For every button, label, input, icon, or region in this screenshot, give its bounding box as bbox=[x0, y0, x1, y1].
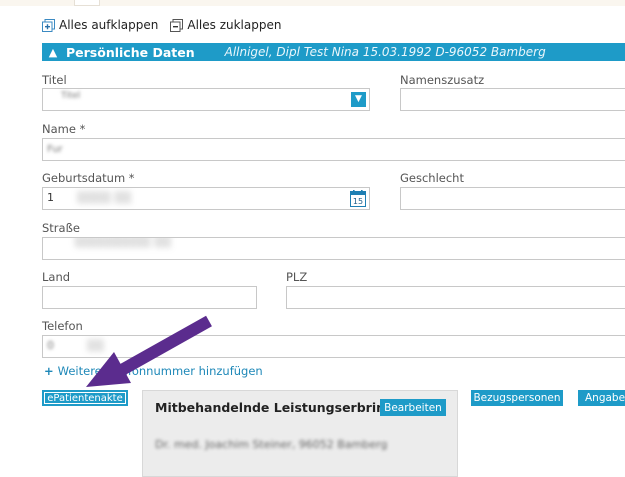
bearbeiten-button[interactable]: Bearbeiten bbox=[380, 399, 446, 416]
section-title: Persönliche Daten bbox=[66, 44, 195, 60]
mitbehandelnde-panel: Mitbehandelnde Leistungserbringer Bearbe… bbox=[142, 390, 458, 477]
plz-label: PLZ bbox=[286, 270, 308, 284]
telefon-redacted: ░░ bbox=[87, 339, 105, 352]
geburtsdatum-value: 1 bbox=[47, 191, 54, 204]
namenszusatz-input[interactable] bbox=[400, 88, 625, 111]
expand-all-button[interactable]: Alles aufklappen bbox=[42, 18, 158, 32]
svg-text:15: 15 bbox=[353, 197, 363, 206]
geburtsdatum-redacted: ░░░░ ░░ bbox=[77, 191, 132, 204]
telefon-input[interactable]: 0 ░░ bbox=[42, 335, 625, 358]
titel-label: Titel bbox=[42, 73, 67, 87]
geburtsdatum-label: Geburtsdatum * bbox=[42, 171, 135, 185]
geburtsdatum-input[interactable]: 1 ░░░░ ░░ 15 bbox=[42, 187, 370, 210]
name-value: Fur bbox=[47, 144, 63, 155]
geschlecht-label: Geschlecht bbox=[400, 171, 464, 185]
land-input[interactable] bbox=[42, 286, 257, 309]
calendar-icon[interactable]: 15 bbox=[350, 190, 366, 207]
strasse-redacted: ░░░░░░░░░ ░░ bbox=[75, 237, 172, 248]
expand-all-label: Alles aufklappen bbox=[59, 18, 159, 32]
collapse-all-label: Alles zuklappen bbox=[187, 18, 282, 32]
plz-input[interactable] bbox=[286, 286, 625, 309]
bezugspersonen-button[interactable]: Bezugspersonen bbox=[471, 390, 563, 406]
top-strip bbox=[0, 0, 625, 6]
section-summary: Allnigel, Dipl Test Nina 15.03.1992 D-96… bbox=[224, 45, 546, 59]
add-phone-link[interactable]: + Weitere Telefonnummer hinzufügen bbox=[44, 364, 263, 378]
telefon-label: Telefon bbox=[42, 319, 83, 333]
add-phone-label: Weitere Telefonnummer hinzufügen bbox=[57, 364, 263, 378]
panel-doctor: Dr. med. Joachim Steiner, 96052 Bamberg bbox=[155, 438, 388, 451]
strasse-input[interactable]: ░░░░░░░░░ ░░ bbox=[42, 237, 625, 260]
angaben-button[interactable]: Angaben bbox=[578, 390, 625, 406]
titel-value: Titel bbox=[61, 91, 81, 101]
section-header-persoenliche-daten[interactable]: ▲ Persönliche Daten Allnigel, Dipl Test … bbox=[42, 43, 625, 61]
top-tab-notch[interactable] bbox=[74, 0, 100, 6]
chevron-up-icon[interactable]: ▲ bbox=[44, 46, 62, 59]
collapse-all-button[interactable]: Alles zuklappen bbox=[170, 18, 281, 32]
geschlecht-select[interactable] bbox=[400, 187, 625, 210]
expand-toolbar: Alles aufklappen Alles zuklappen bbox=[42, 17, 281, 33]
epatientenakte-button[interactable]: ePatientenakte bbox=[42, 390, 128, 406]
telefon-value: 0 bbox=[47, 339, 54, 352]
expand-plus-icon bbox=[42, 18, 55, 32]
titel-select[interactable]: Titel ▼ bbox=[42, 88, 370, 111]
panel-title: Mitbehandelnde Leistungserbringer bbox=[155, 400, 409, 415]
chevron-down-icon[interactable]: ▼ bbox=[351, 92, 366, 107]
collapse-minus-icon bbox=[170, 18, 184, 32]
namenszusatz-label: Namenszusatz bbox=[400, 73, 485, 87]
strasse-label: Straße bbox=[42, 221, 80, 235]
name-input[interactable]: Fur bbox=[42, 138, 625, 161]
plus-icon: + bbox=[44, 364, 54, 378]
name-label: Name * bbox=[42, 122, 86, 136]
land-label: Land bbox=[42, 270, 71, 284]
